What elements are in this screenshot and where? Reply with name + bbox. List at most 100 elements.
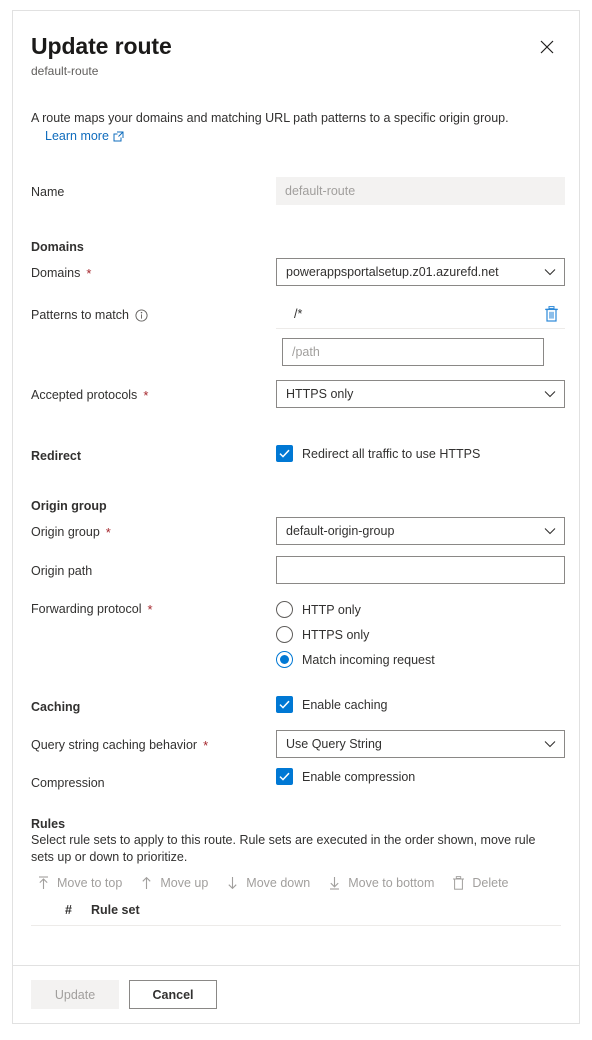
caching-row: Caching Enable caching bbox=[31, 692, 561, 715]
domains-label: Domains bbox=[31, 266, 81, 280]
radio-https-only-control[interactable] bbox=[276, 626, 293, 643]
enable-caching-checkbox-row[interactable]: Enable caching bbox=[276, 692, 561, 713]
rules-table-header: # Rule set bbox=[31, 903, 561, 926]
panel-header: Update route default-route bbox=[31, 11, 561, 79]
accepted-protocols-value: HTTPS only bbox=[286, 387, 354, 401]
page-title: Update route bbox=[31, 33, 172, 59]
learn-more-label: Learn more bbox=[45, 129, 109, 143]
origin-group-row: Origin group * default-origin-group bbox=[31, 517, 565, 545]
enable-compression-checkbox[interactable] bbox=[276, 768, 293, 785]
trash-icon[interactable] bbox=[542, 304, 561, 324]
name-row: Name default-route bbox=[31, 177, 565, 205]
forwarding-protocol-row: Forwarding protocol * HTTP only HTTPS on… bbox=[31, 597, 561, 672]
redirect-label: Redirect bbox=[31, 449, 82, 463]
move-down-label: Move down bbox=[246, 876, 311, 890]
radio-match-incoming-request-control[interactable] bbox=[276, 651, 293, 668]
forwarding-protocol-label: Forwarding protocol bbox=[31, 602, 142, 616]
query-string-value: Use Query String bbox=[286, 737, 382, 751]
domains-required-marker: * bbox=[86, 265, 92, 281]
patterns-row: Patterns to match /* /path bbox=[31, 300, 565, 366]
origin-group-value: default-origin-group bbox=[286, 524, 395, 538]
radio-http-only-control[interactable] bbox=[276, 601, 293, 618]
pattern-item: /* bbox=[276, 300, 565, 329]
enable-compression-checkbox-row[interactable]: Enable compression bbox=[276, 768, 561, 785]
arrow-up-icon bbox=[140, 876, 153, 890]
name-input: default-route bbox=[276, 177, 565, 205]
name-label: Name bbox=[31, 185, 65, 199]
origin-group-section-heading: Origin group bbox=[31, 499, 107, 513]
update-route-panel: Update route default-route A route maps … bbox=[12, 10, 580, 1024]
move-up-label: Move up bbox=[160, 876, 209, 890]
enable-compression-label: Enable compression bbox=[302, 769, 416, 784]
learn-more-link[interactable]: Learn more bbox=[45, 129, 124, 143]
domains-select-value: powerappsportalsetup.z01.azurefd.net bbox=[286, 265, 499, 279]
origin-path-row: Origin path bbox=[31, 556, 565, 584]
move-to-top-label: Move to top bbox=[57, 876, 123, 890]
query-string-required-marker: * bbox=[203, 737, 209, 753]
update-button[interactable]: Update bbox=[31, 980, 119, 1009]
domains-select[interactable]: powerappsportalsetup.z01.azurefd.net bbox=[276, 258, 565, 286]
radio-match-incoming-request-label: Match incoming request bbox=[302, 652, 435, 667]
compression-row: Compression Enable compression bbox=[31, 768, 561, 791]
rules-toolbar: Move to top Move up Move down Move to bo… bbox=[31, 876, 561, 890]
radio-https-only-label: HTTPS only bbox=[302, 627, 370, 642]
origin-path-label: Origin path bbox=[31, 564, 93, 578]
rules-column-rule-set: Rule set bbox=[91, 903, 140, 917]
accepted-protocols-required-marker: * bbox=[143, 387, 149, 403]
delete-rule-label: Delete bbox=[472, 876, 509, 890]
query-string-select[interactable]: Use Query String bbox=[276, 730, 565, 758]
move-down-button[interactable]: Move down bbox=[226, 876, 310, 890]
radio-http-only-label: HTTP only bbox=[302, 602, 361, 617]
panel-scroll-area[interactable]: Update route default-route A route maps … bbox=[13, 11, 579, 965]
pattern-new-input[interactable]: /path bbox=[282, 338, 544, 366]
chevron-down-icon bbox=[544, 268, 556, 276]
page-subtitle: default-route bbox=[31, 64, 99, 78]
redirect-https-label: Redirect all traffic to use HTTPS bbox=[302, 446, 481, 461]
accepted-protocols-row: Accepted protocols * HTTPS only bbox=[31, 380, 565, 408]
enable-caching-label: Enable caching bbox=[302, 697, 388, 712]
radio-https-only[interactable]: HTTPS only bbox=[276, 622, 561, 647]
chevron-down-icon bbox=[544, 527, 556, 535]
redirect-https-checkbox[interactable] bbox=[276, 445, 293, 462]
query-string-label: Query string caching behavior bbox=[31, 738, 198, 752]
delete-rule-button[interactable]: Delete bbox=[452, 876, 509, 890]
redirect-row: Redirect Redirect all traffic to use HTT… bbox=[31, 441, 561, 464]
panel-description: A route maps your domains and matching U… bbox=[31, 111, 509, 125]
panel-footer: Update Cancel bbox=[13, 965, 579, 1023]
radio-http-only[interactable]: HTTP only bbox=[276, 597, 561, 622]
domains-row: Domains * powerappsportalsetup.z01.azure… bbox=[31, 258, 565, 286]
accepted-protocols-select[interactable]: HTTPS only bbox=[276, 380, 565, 408]
compression-label: Compression bbox=[31, 776, 105, 790]
rules-column-number: # bbox=[65, 903, 72, 917]
arrow-down-icon bbox=[226, 876, 239, 890]
query-string-row: Query string caching behavior * Use Quer… bbox=[31, 730, 565, 758]
domains-section-heading: Domains bbox=[31, 240, 84, 254]
trash-icon bbox=[452, 876, 465, 890]
origin-group-select[interactable]: default-origin-group bbox=[276, 517, 565, 545]
info-icon[interactable] bbox=[135, 308, 148, 322]
origin-group-label: Origin group bbox=[31, 525, 100, 539]
move-up-button[interactable]: Move up bbox=[140, 876, 208, 890]
rules-title: Rules bbox=[31, 817, 66, 831]
origin-group-required-marker: * bbox=[105, 524, 111, 540]
cancel-button[interactable]: Cancel bbox=[129, 980, 217, 1009]
move-to-top-button[interactable]: Move to top bbox=[37, 876, 122, 890]
move-to-bottom-icon bbox=[328, 876, 341, 890]
forwarding-protocol-required-marker: * bbox=[147, 601, 153, 617]
accepted-protocols-label: Accepted protocols bbox=[31, 388, 138, 402]
move-to-bottom-label: Move to bottom bbox=[348, 876, 435, 890]
move-to-top-icon bbox=[37, 876, 50, 890]
rules-description: Select rule sets to apply to this route.… bbox=[31, 833, 536, 864]
redirect-https-checkbox-row[interactable]: Redirect all traffic to use HTTPS bbox=[276, 441, 561, 462]
origin-path-input[interactable] bbox=[276, 556, 565, 584]
close-icon[interactable] bbox=[533, 33, 561, 61]
pattern-value: /* bbox=[294, 307, 303, 321]
radio-match-incoming-request[interactable]: Match incoming request bbox=[276, 647, 561, 672]
patterns-label: Patterns to match bbox=[31, 308, 129, 322]
rules-section: Rules Select rule sets to apply to this … bbox=[31, 817, 561, 926]
chevron-down-icon bbox=[544, 740, 556, 748]
enable-caching-checkbox[interactable] bbox=[276, 696, 293, 713]
caching-label: Caching bbox=[31, 700, 81, 714]
move-to-bottom-button[interactable]: Move to bottom bbox=[328, 876, 434, 890]
external-link-icon bbox=[113, 131, 124, 142]
